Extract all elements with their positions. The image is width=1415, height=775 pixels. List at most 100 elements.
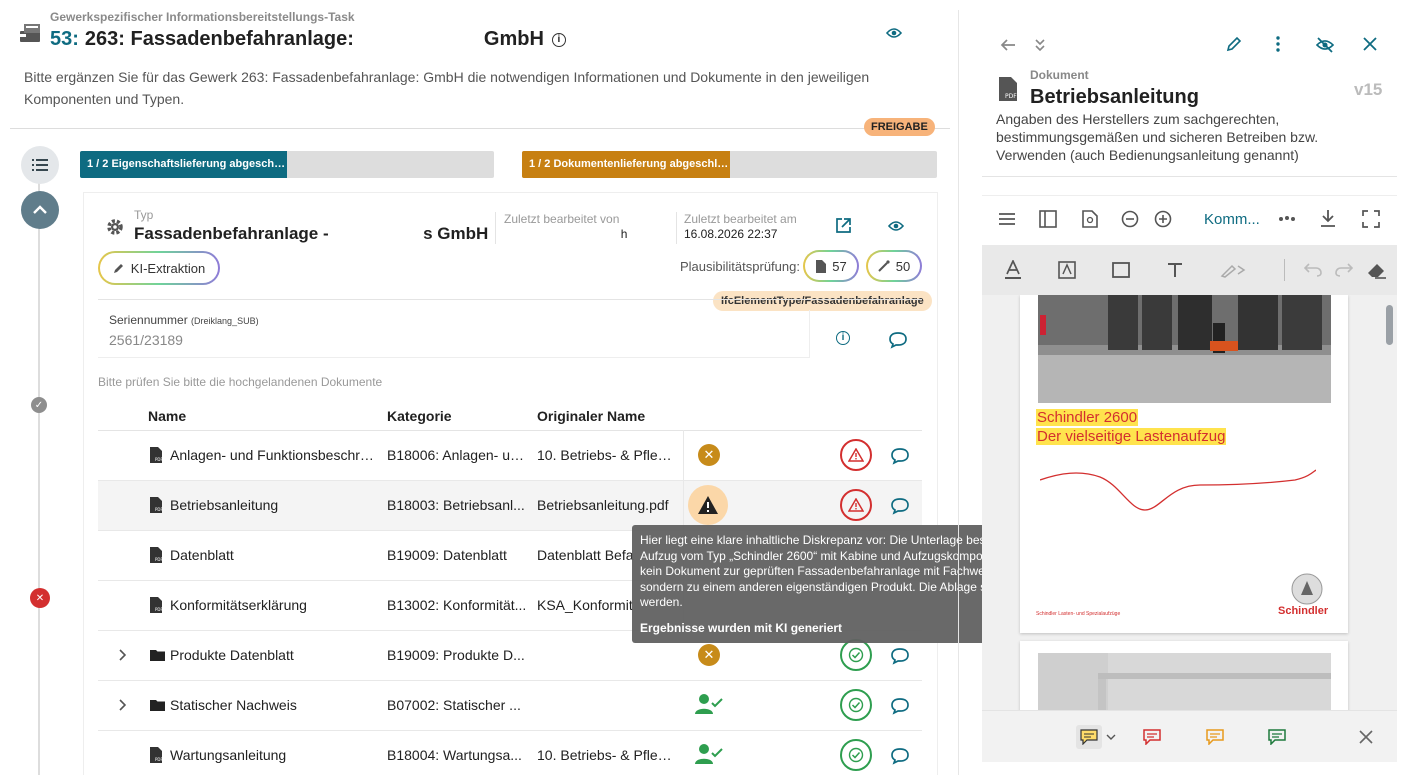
- zoom-out-icon[interactable]: [1121, 210, 1139, 228]
- collapse-button[interactable]: [21, 191, 59, 229]
- last-edited-by-value: h: [504, 227, 628, 241]
- properties-progress: 1 / 2 Eigenschaftslieferung abgeschlos..…: [80, 151, 494, 178]
- table-row[interactable]: PDF Wartungsanleitung B18004: Wartungsa.…: [98, 731, 922, 775]
- check-circle-icon: [848, 697, 864, 713]
- ki-warning-button[interactable]: [688, 485, 728, 525]
- file-search-icon[interactable]: [1082, 210, 1098, 228]
- info-icon[interactable]: i: [551, 33, 566, 47]
- check-circle-icon: [848, 647, 864, 663]
- chevron-right-icon[interactable]: [118, 699, 126, 711]
- comment-icon[interactable]: [890, 697, 910, 715]
- status-badge: FREIGABE: [864, 118, 935, 136]
- table-row[interactable]: Statischer Nachweis B07002: Statischer .…: [98, 681, 922, 731]
- freehand-annotation[interactable]: [1040, 465, 1316, 515]
- chevron-down-icon[interactable]: [1106, 734, 1116, 740]
- user-check-icon[interactable]: [695, 693, 723, 715]
- arrow-left-icon[interactable]: [999, 37, 1017, 53]
- serial-number-value[interactable]: 2561/23189: [109, 332, 183, 348]
- ki-extraction-button[interactable]: KI-Extraktion: [98, 251, 220, 285]
- svg-text:PDF: PDF: [155, 457, 163, 462]
- pdf-icon: PDF: [999, 77, 1017, 101]
- annotation-mode-dropdown[interactable]: Komm...: [1204, 211, 1260, 228]
- menu-icon[interactable]: [999, 212, 1015, 226]
- plausibility-ok-button[interactable]: [840, 689, 872, 721]
- plausibility-props-button[interactable]: 50: [866, 250, 922, 282]
- text-color-icon[interactable]: [1004, 260, 1022, 280]
- plausibility-docs-count: 57: [832, 258, 847, 274]
- warning-icon: [848, 448, 864, 462]
- column-header-original[interactable]: Originaler Name: [537, 408, 645, 424]
- plausibility-docs-button[interactable]: 57: [803, 250, 859, 282]
- plausibility-warning-button[interactable]: [840, 439, 872, 471]
- open-external-icon[interactable]: [835, 217, 852, 234]
- task-number: 53:: [50, 28, 79, 50]
- zoom-in-icon[interactable]: [1154, 210, 1172, 228]
- comment-icon[interactable]: [890, 747, 910, 765]
- chevron-right-icon[interactable]: [118, 649, 126, 661]
- comment-orange-icon[interactable]: [1206, 729, 1224, 745]
- more-horizontal-icon[interactable]: [1278, 215, 1296, 223]
- comment-icon[interactable]: [890, 497, 910, 515]
- pdf-icon: PDF: [150, 547, 163, 563]
- table-row[interactable]: PDF Anlagen- und Funktionsbeschreib B180…: [98, 431, 922, 481]
- status-missing-icon[interactable]: ✕: [698, 644, 720, 666]
- rectangle-icon[interactable]: [1112, 262, 1130, 278]
- eraser-icon[interactable]: [1367, 261, 1387, 279]
- plausibility-ok-button[interactable]: [840, 739, 872, 771]
- close-icon[interactable]: [1363, 37, 1377, 51]
- comment-green-icon[interactable]: [1268, 729, 1286, 745]
- svg-text:PDF: PDF: [1005, 93, 1017, 100]
- table-row[interactable]: PDF Betriebsanleitung B18003: Betriebsan…: [98, 481, 922, 531]
- status-missing-icon[interactable]: ✕: [698, 444, 720, 466]
- row-name: Anlagen- und Funktionsbeschreib: [170, 447, 378, 463]
- check-circle-icon: [848, 747, 864, 763]
- list-view-button[interactable]: [21, 146, 59, 184]
- signature-icon[interactable]: [1220, 262, 1246, 278]
- comment-icon[interactable]: [890, 447, 910, 465]
- folder-icon: [150, 700, 165, 711]
- column-header-name[interactable]: Name: [148, 408, 186, 424]
- text-tool-icon[interactable]: [1167, 262, 1183, 278]
- eye-icon[interactable]: [886, 27, 902, 39]
- document-description: Angaben des Herstellers zum sachgerechte…: [996, 111, 1319, 163]
- elevator-photo: [1038, 295, 1331, 403]
- plausibility-ok-button[interactable]: [840, 639, 872, 671]
- chevron-double-down-icon[interactable]: [1033, 37, 1047, 53]
- annotation-toolbar: [982, 245, 1397, 295]
- text-highlight-icon[interactable]: [1058, 261, 1076, 279]
- fullscreen-icon[interactable]: [1362, 210, 1380, 228]
- divider: [495, 212, 496, 244]
- divider: [98, 299, 922, 300]
- warning-icon: [698, 496, 718, 514]
- user-check-icon[interactable]: [695, 743, 723, 765]
- download-icon[interactable]: [1320, 209, 1336, 227]
- upload-hint: Bitte prüfen Sie bitte die hochgelandene…: [98, 375, 383, 389]
- eye-icon[interactable]: [888, 220, 904, 232]
- close-icon[interactable]: [1359, 730, 1373, 744]
- edit-icon[interactable]: [1226, 36, 1242, 52]
- last-edited-by-label: Zuletzt bearbeitet von: [504, 212, 620, 226]
- pdf-viewer[interactable]: Schindler 2600 Der vielseitige Lastenauf…: [982, 295, 1397, 710]
- info-icon[interactable]: i: [836, 331, 850, 345]
- row-original: 10. Betriebs- & Pfleg...: [537, 747, 675, 763]
- task-type-label: Gewerkspezifischer Informationsbereitste…: [50, 10, 355, 24]
- svg-text:PDF: PDF: [155, 507, 163, 512]
- divider: [10, 128, 950, 129]
- comment-icon[interactable]: [888, 331, 908, 349]
- more-vertical-icon[interactable]: [1275, 36, 1281, 52]
- comment-red-icon[interactable]: [1143, 729, 1161, 745]
- document-version: v15: [1354, 80, 1383, 99]
- serial-number-label: Seriennummer (Dreiklang_SUB): [109, 313, 259, 327]
- ifc-type-tag: IfcElementType/Fassadenbefahranlage: [713, 291, 932, 311]
- sidebar-toggle-icon[interactable]: [1039, 210, 1057, 228]
- note-tool-button[interactable]: [1076, 725, 1102, 749]
- undo-icon[interactable]: [1304, 263, 1322, 277]
- eye-off-icon[interactable]: [1316, 37, 1334, 53]
- redo-icon[interactable]: [1335, 263, 1353, 277]
- comment-icon[interactable]: [890, 647, 910, 665]
- comment-toolbar: [982, 710, 1397, 762]
- scrollbar-thumb[interactable]: [1386, 305, 1393, 345]
- plausibility-warning-button[interactable]: [840, 489, 872, 521]
- column-header-category[interactable]: Kategorie: [387, 408, 452, 424]
- schindler-logo-icon: [1291, 573, 1323, 605]
